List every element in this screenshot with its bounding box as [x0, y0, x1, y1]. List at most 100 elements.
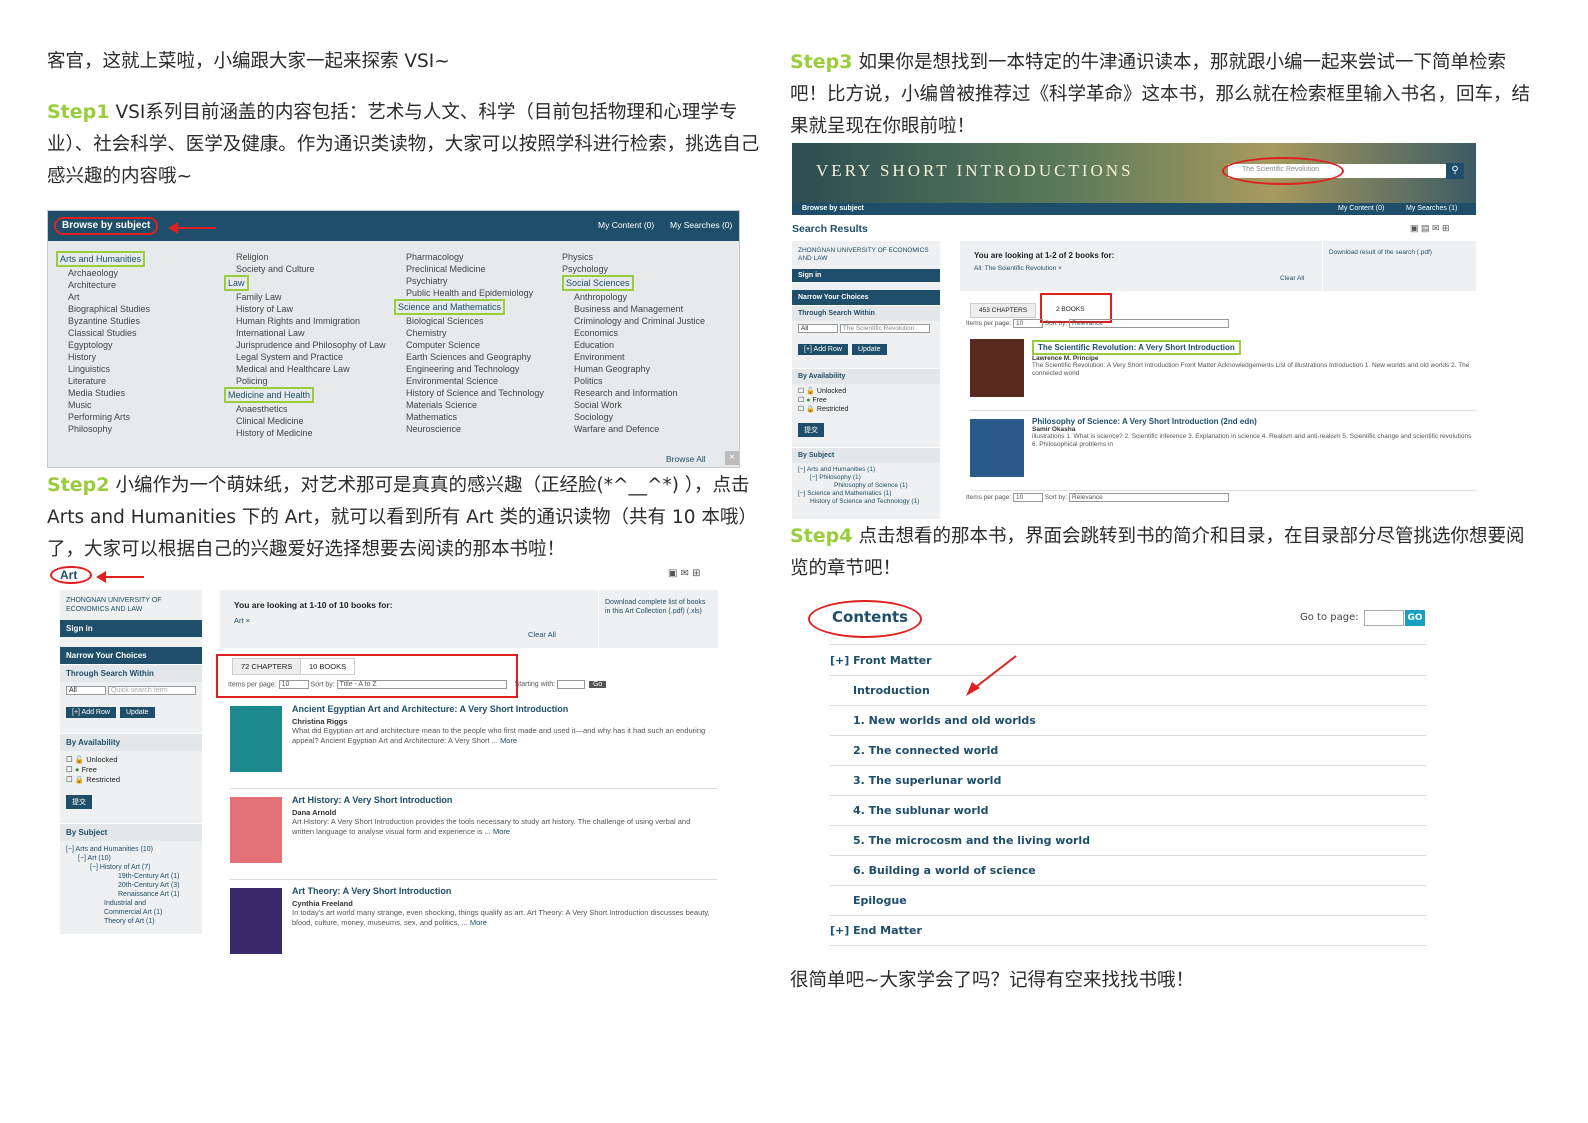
starting-with-input[interactable]	[557, 680, 585, 689]
download-result-link[interactable]: Download result of the search (.pdf)	[1322, 241, 1476, 291]
subject-link[interactable]: Music	[56, 399, 150, 411]
book-title-link[interactable]: The Scientific Revolution: A Very Short …	[1032, 340, 1241, 355]
subject-tree-item[interactable]: Theory of Art (1)	[66, 917, 196, 926]
subject-link[interactable]: Neuroscience	[394, 423, 544, 435]
subject-link[interactable]: Philosophy	[56, 423, 150, 435]
subject-link[interactable]: Business and Management	[562, 303, 705, 315]
subject-link[interactable]: Education	[562, 339, 705, 351]
tab-chapters[interactable]: 72 CHAPTERS	[232, 658, 302, 675]
subject-link[interactable]: Earth Sciences and Geography	[394, 351, 544, 363]
all-select[interactable]: All	[66, 686, 106, 695]
subject-tree-item[interactable]: 20th-Century Art (3)	[66, 881, 196, 890]
subject-tree-item[interactable]: [−] Science and Mathematics (1)	[798, 490, 934, 498]
subject-link[interactable]: Jurisprudence and Philosophy of Law	[224, 339, 386, 351]
through-search-heading[interactable]: Through Search Within	[60, 664, 202, 682]
art-filter-tag[interactable]: Art ×	[234, 616, 250, 625]
subject-link[interactable]: Chemistry	[394, 327, 544, 339]
book-cover[interactable]	[230, 706, 282, 772]
sign-in-button[interactable]: Sign in	[792, 269, 940, 282]
subject-link[interactable]: Social Work	[562, 399, 705, 411]
update-button[interactable]: Update	[851, 344, 887, 355]
subject-link[interactable]: Criminology and Criminal Justice	[562, 315, 705, 327]
book-title-link[interactable]: Philosophy of Science: A Very Short Intr…	[1032, 417, 1472, 426]
subject-link[interactable]: Mathematics	[394, 411, 544, 423]
subject-link[interactable]: Medicine and Health	[224, 387, 315, 403]
through-search-heading[interactable]: Through Search Within	[792, 305, 940, 321]
clear-all-link[interactable]: Clear All	[1280, 275, 1304, 282]
unlocked-checkbox[interactable]: ☐ 🔓 Unlocked	[798, 387, 934, 396]
contents-item[interactable]: [+] End Matter	[830, 916, 1426, 946]
tab-chapters[interactable]: 453 CHAPTERS	[970, 303, 1037, 318]
book-cover[interactable]	[970, 419, 1024, 477]
free-checkbox[interactable]: ☐ ● Free	[66, 765, 196, 775]
subject-link[interactable]: Religion	[224, 251, 386, 263]
book-cover[interactable]	[970, 339, 1024, 397]
items-per-page-select[interactable]: 10	[1012, 493, 1043, 502]
free-checkbox[interactable]: ☐ ● Free	[798, 396, 934, 405]
subject-link[interactable]: Architecture	[56, 279, 150, 291]
sign-in-button[interactable]: Sign in	[60, 620, 202, 637]
book-title-link[interactable]: Art Theory: A Very Short Introduction	[292, 886, 712, 896]
by-availability-heading[interactable]: By Availability	[60, 733, 202, 751]
subject-link[interactable]: Performing Arts	[56, 411, 150, 423]
subject-link[interactable]: Society and Culture	[224, 263, 386, 275]
subject-tree-item[interactable]: [−] Arts and Humanities (1)	[798, 466, 934, 474]
by-availability-heading[interactable]: By Availability	[792, 368, 940, 384]
subject-link[interactable]: Materials Science	[394, 399, 544, 411]
subject-link[interactable]: Legal System and Practice	[224, 351, 386, 363]
subject-link[interactable]: Arts and Humanities	[56, 251, 146, 267]
all-select[interactable]: All	[798, 324, 838, 333]
browse-all-link[interactable]: Browse All	[666, 454, 706, 464]
subject-link[interactable]: Linguistics	[56, 363, 150, 375]
contents-item[interactable]: Introduction	[830, 676, 1426, 706]
submit-button[interactable]: 提交	[798, 423, 824, 437]
subject-link[interactable]: Engineering and Technology	[394, 363, 544, 375]
unlocked-checkbox[interactable]: ☐ 🔓 Unlocked	[66, 755, 196, 765]
my-searches-link[interactable]: My Searches (0)	[670, 220, 732, 230]
items-per-page-select[interactable]: 10	[1012, 319, 1043, 328]
subject-link[interactable]: Public Health and Epidemiology	[394, 287, 544, 299]
subject-link[interactable]: Preclinical Medicine	[394, 263, 544, 275]
subject-link[interactable]: Law	[224, 275, 249, 291]
update-button[interactable]: Update	[119, 707, 155, 718]
subject-link[interactable]: Computer Science	[394, 339, 544, 351]
contents-item[interactable]: 5. The microcosm and the living world	[830, 826, 1426, 856]
subject-link[interactable]: Politics	[562, 375, 705, 387]
subject-link[interactable]: Social Sciences	[562, 275, 634, 291]
go-button[interactable]: Go	[588, 681, 607, 689]
subject-link[interactable]: Environmental Science	[394, 375, 544, 387]
search-icon[interactable]: ⚲	[1446, 163, 1464, 179]
subject-link[interactable]: Byzantine Studies	[56, 315, 150, 327]
subject-link[interactable]: Literature	[56, 375, 150, 387]
subject-link[interactable]: Family Law	[224, 291, 386, 303]
subject-link[interactable]: Egyptology	[56, 339, 150, 351]
subject-link[interactable]: Archaeology	[56, 267, 150, 279]
by-subject-heading[interactable]: By Subject	[792, 447, 940, 463]
restricted-checkbox[interactable]: ☐ 🔒 Restricted	[798, 405, 934, 414]
submit-button[interactable]: 提交	[66, 795, 92, 809]
search-filter-tag[interactable]: All: The Scientific Revolution ×	[974, 265, 1062, 272]
go-to-page-input[interactable]	[1364, 610, 1404, 626]
subject-tree-item[interactable]: Commercial Art (1)	[66, 908, 196, 917]
subject-tree-item[interactable]: [−] Art (10)	[66, 854, 196, 863]
subject-link[interactable]: Science and Mathematics	[394, 299, 506, 315]
contents-item[interactable]: 1. New worlds and old worlds	[830, 706, 1426, 736]
book-title-link[interactable]: Ancient Egyptian Art and Architecture: A…	[292, 704, 712, 714]
book-cover[interactable]	[230, 797, 282, 863]
quick-search-input[interactable]: Quick search term	[107, 686, 196, 695]
subject-link[interactable]: Policing	[224, 375, 386, 387]
book-title-link[interactable]: Art History: A Very Short Introduction	[292, 795, 712, 805]
subject-tree-item[interactable]: History of Science and Technology (1)	[798, 498, 934, 506]
subject-link[interactable]: Biological Sciences	[394, 315, 544, 327]
restricted-checkbox[interactable]: ☐ 🔒 Restricted	[66, 775, 196, 785]
subject-tree-item[interactable]: [−] Arts and Humanities (10)	[66, 845, 196, 854]
sort-by-select[interactable]: Title - A to Z	[336, 680, 507, 690]
subject-link[interactable]: History	[56, 351, 150, 363]
more-link[interactable]: More	[470, 918, 487, 927]
subject-link[interactable]: Human Geography	[562, 363, 705, 375]
contents-item[interactable]: Epilogue	[830, 886, 1426, 916]
subject-link[interactable]: Physics	[562, 251, 705, 263]
sort-by-select[interactable]: Relevance	[1069, 319, 1230, 328]
go-button[interactable]: GO	[1405, 610, 1425, 626]
subject-link[interactable]: History of Science and Technology	[394, 387, 544, 399]
